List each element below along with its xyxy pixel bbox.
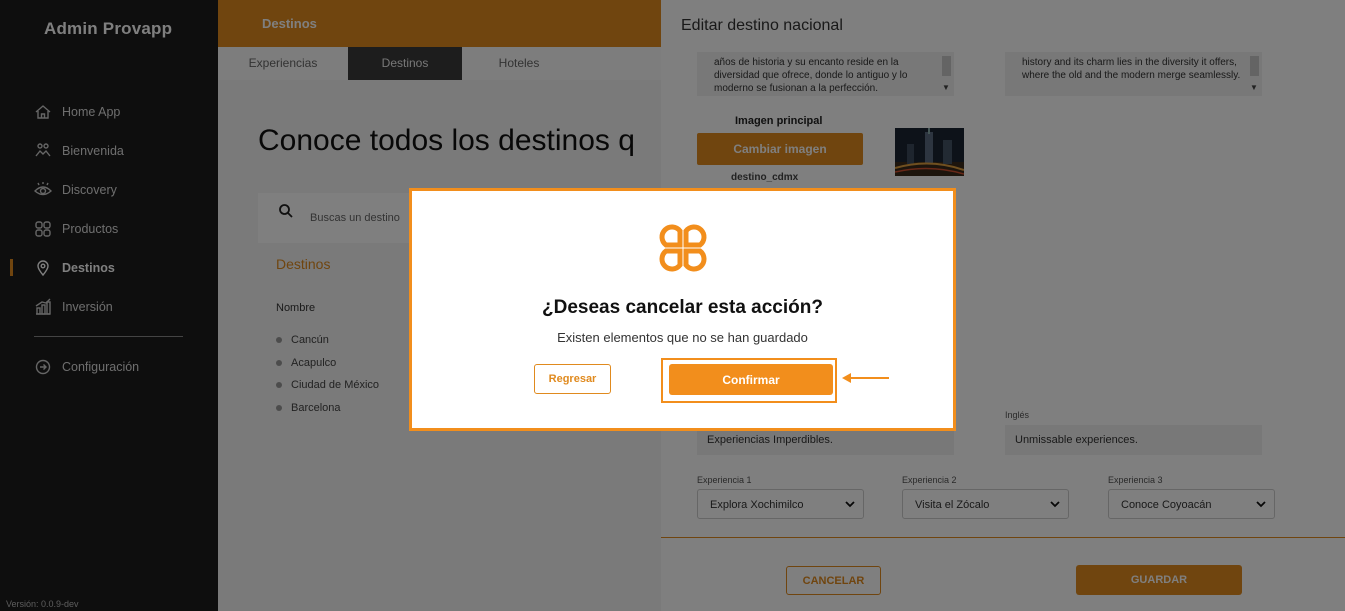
arrow-left-icon	[841, 371, 891, 390]
confirm-dialog: ¿Deseas cancelar esta acción? Existen el…	[409, 188, 956, 431]
dialog-subtitle: Existen elementos que no se han guardado	[557, 330, 808, 345]
provapp-logo-icon	[654, 219, 712, 282]
confirm-button[interactable]: Confirmar	[669, 364, 833, 395]
dialog-title: ¿Deseas cancelar esta acción?	[542, 297, 823, 318]
back-button[interactable]: Regresar	[534, 364, 611, 394]
